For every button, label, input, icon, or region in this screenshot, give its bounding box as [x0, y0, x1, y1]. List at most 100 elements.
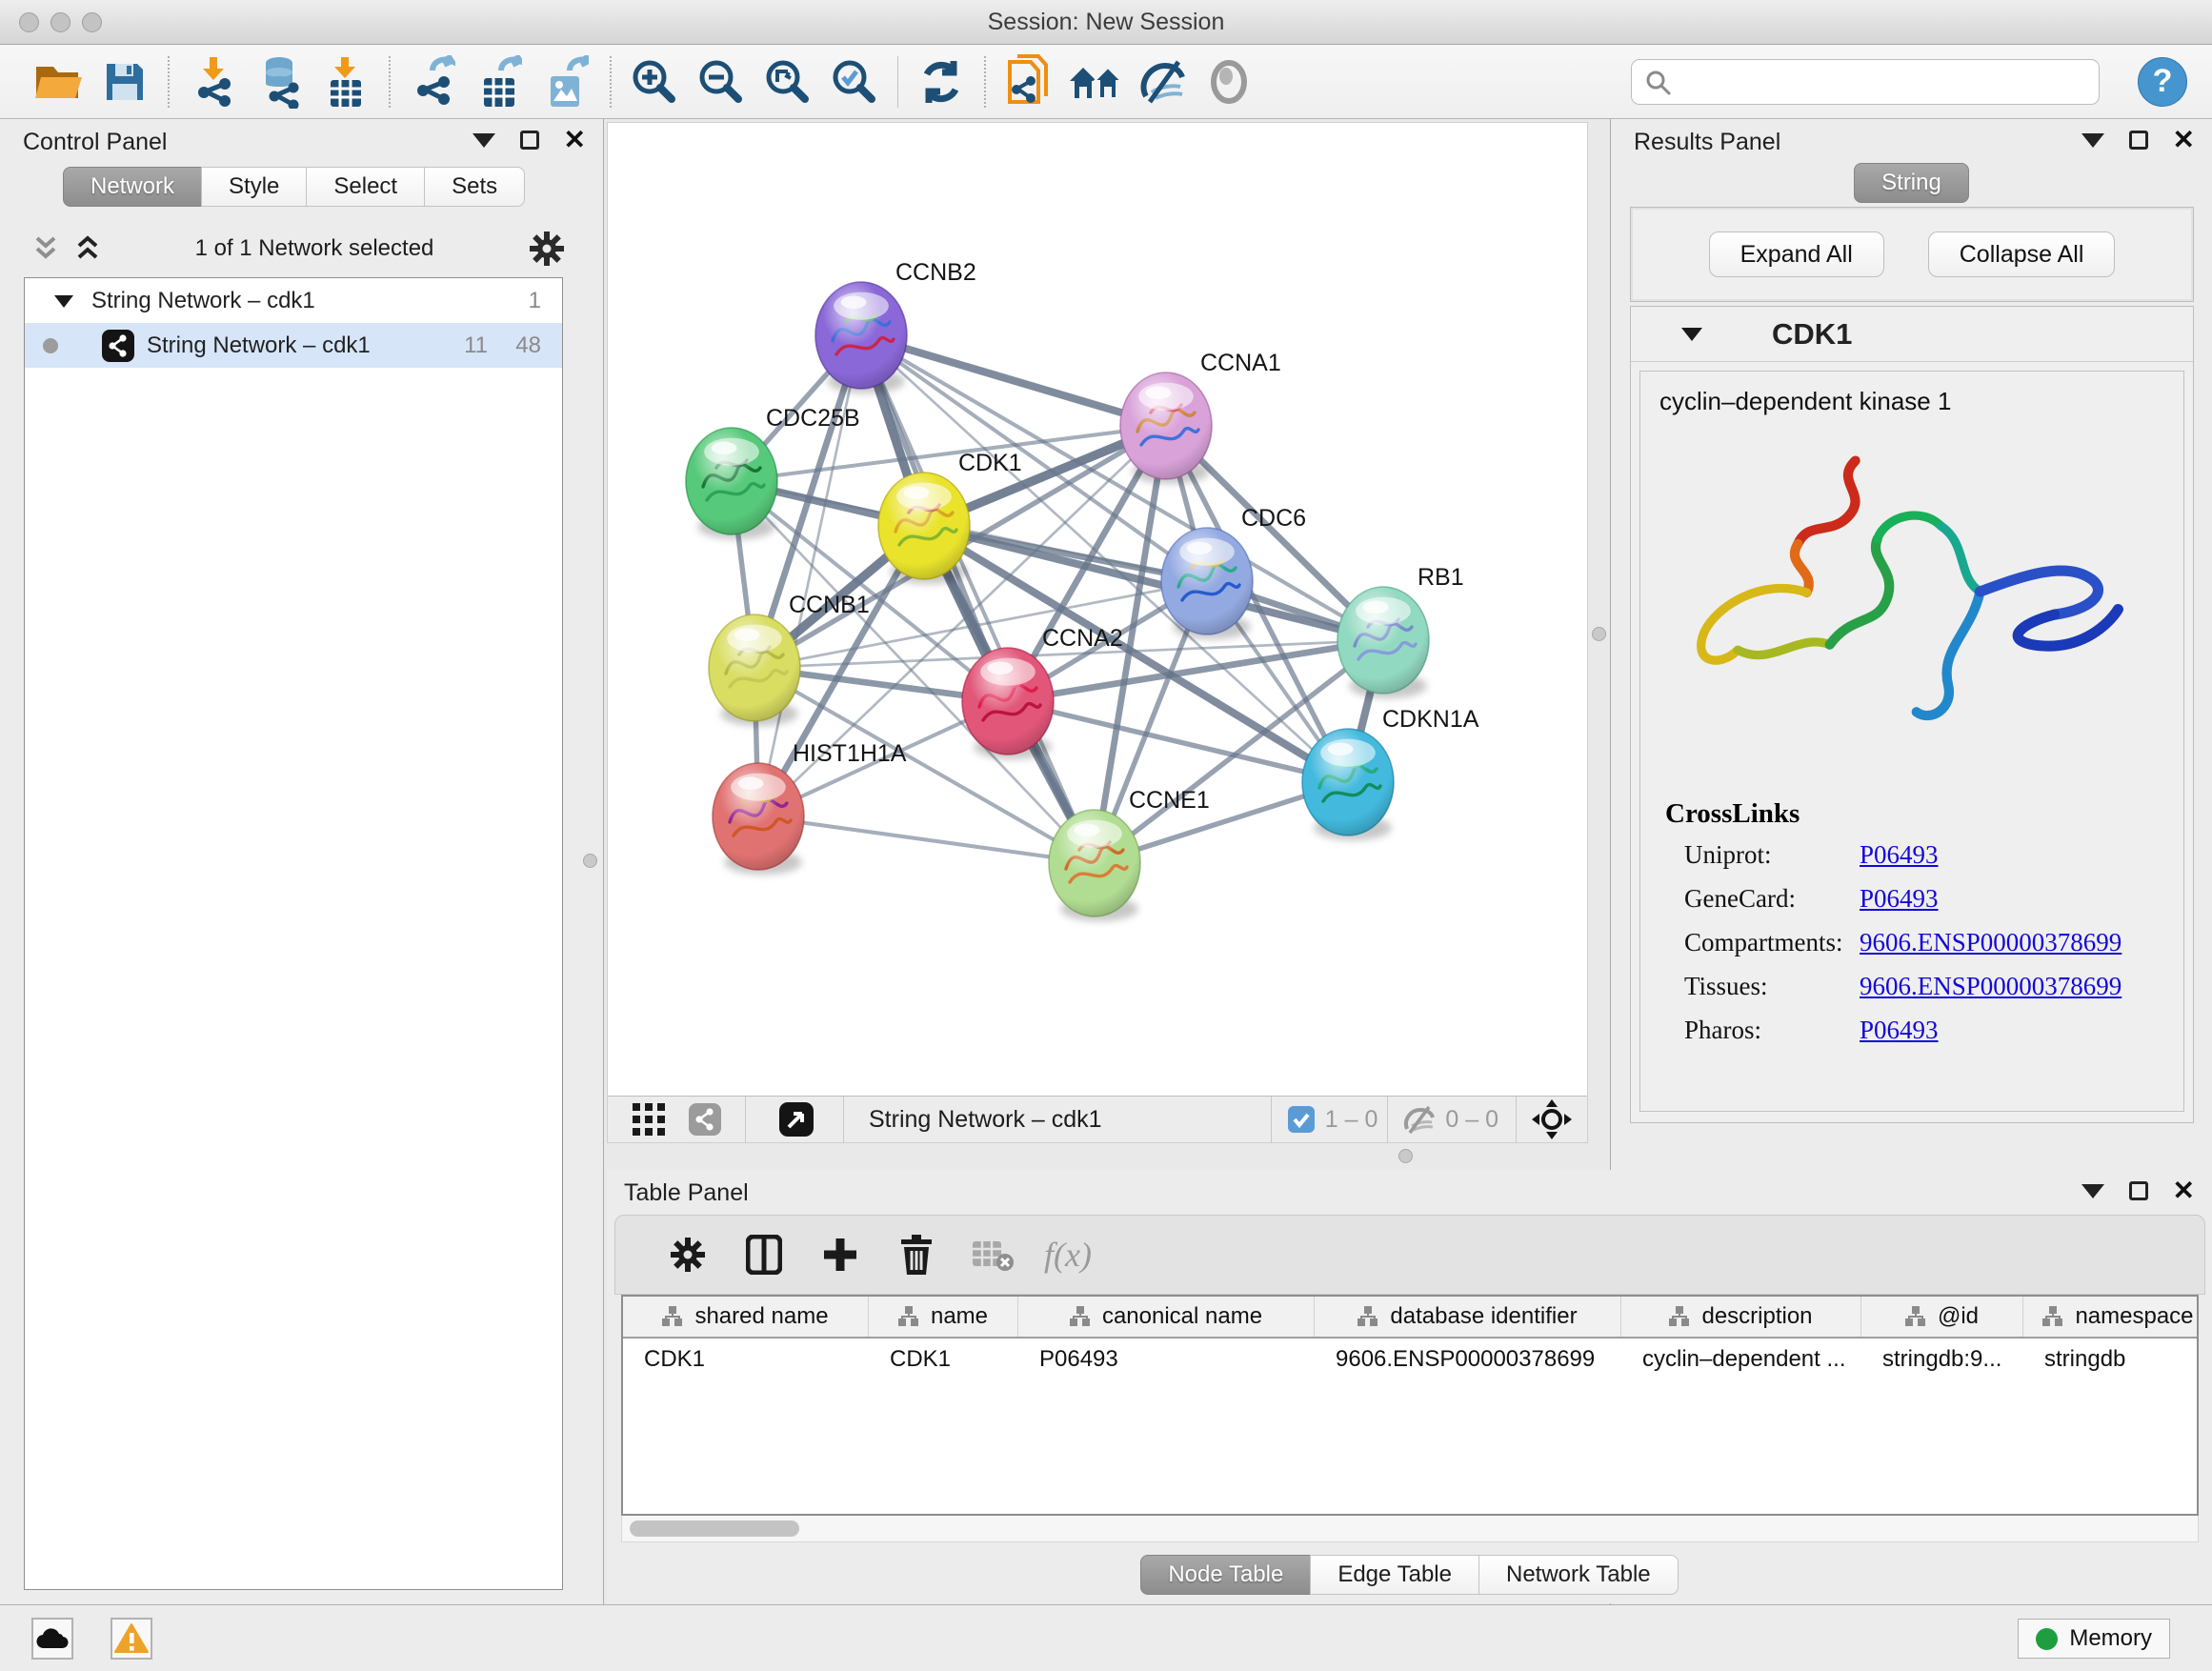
results-panel-title: Results Panel [1634, 129, 1780, 156]
show-columns-button[interactable] [737, 1227, 791, 1282]
expand-all-button[interactable]: Expand All [1709, 232, 1884, 277]
column-header[interactable]: description [1621, 1297, 1861, 1337]
column-header[interactable]: name [869, 1297, 1018, 1337]
export-network-icon [412, 55, 455, 109]
crosslink-link[interactable]: 9606.ENSP00000378699 [1860, 928, 2122, 957]
collapse-all-tree-icon[interactable] [32, 234, 59, 263]
crosslink-link[interactable]: P06493 [1860, 884, 1939, 914]
tab-node-table[interactable]: Node Table [1140, 1555, 1311, 1595]
table-cell[interactable]: stringdb:9... [1861, 1339, 2023, 1380]
table-cell[interactable]: CDK1 [623, 1339, 869, 1380]
network-canvas[interactable]: CCNB2CCNA1CDC25BCDK1CDC6RB1CCNB1CCNA2CDK… [608, 123, 1587, 1096]
function-builder-button[interactable]: f(x) [1044, 1235, 1092, 1275]
panel-menu-icon[interactable] [473, 133, 495, 148]
collection-expander-icon[interactable] [53, 293, 74, 309]
network-row[interactable]: String Network – cdk1 11 48 [25, 323, 562, 368]
memory-button[interactable]: Memory [2018, 1619, 2170, 1659]
gene-entry-content: cyclin–dependent kinase 1 CrossLinks Uni… [1639, 371, 2184, 1112]
table-cell[interactable]: 9606.ENSP00000378699 [1315, 1339, 1621, 1380]
birds-eye-toggle-button[interactable] [1202, 54, 1256, 110]
toggle-graphics-details-button[interactable] [1136, 54, 1189, 110]
create-column-button[interactable] [814, 1227, 867, 1282]
right-splitter-handle[interactable] [1592, 627, 1606, 641]
tab-sets[interactable]: Sets [424, 167, 525, 207]
import-network-database-button[interactable] [252, 54, 306, 110]
gene-entry-header[interactable]: CDK1 [1631, 307, 2193, 362]
collection-count: 1 [529, 288, 541, 314]
zoom-out-button[interactable] [694, 54, 748, 110]
tab-style[interactable]: Style [201, 167, 307, 207]
search-input[interactable] [1672, 69, 2087, 95]
string-import-button[interactable] [1002, 54, 1056, 110]
close-panel-icon[interactable]: ✕ [2173, 1181, 2195, 1200]
panel-menu-icon[interactable] [2081, 133, 2104, 148]
import-network-file-button[interactable] [186, 54, 239, 110]
column-header[interactable]: shared name [623, 1297, 869, 1337]
question-icon: ? [2153, 63, 2173, 100]
close-window-button[interactable] [19, 12, 39, 32]
panel-menu-icon[interactable] [2081, 1184, 2104, 1198]
zoom-fit-button[interactable] [761, 54, 814, 110]
grid-view-icon[interactable] [633, 1103, 665, 1136]
warnings-button[interactable] [111, 1618, 152, 1660]
network-view-dot-icon [42, 337, 59, 354]
scrollbar-thumb[interactable] [630, 1520, 799, 1537]
zoom-window-button[interactable] [82, 12, 102, 32]
delete-table-button[interactable] [966, 1227, 1019, 1282]
float-panel-icon[interactable] [2129, 1181, 2148, 1200]
export-image-button[interactable] [540, 54, 593, 110]
zoom-selected-button[interactable] [828, 54, 881, 110]
column-header[interactable]: canonical name [1018, 1297, 1315, 1337]
table-cell[interactable]: P06493 [1018, 1339, 1315, 1380]
crosslink-link[interactable]: P06493 [1860, 840, 1939, 870]
hidden-eye-icon[interactable] [1401, 1104, 1436, 1135]
birds-eye-icon[interactable] [778, 1101, 814, 1137]
tab-network-table[interactable]: Network Table [1478, 1555, 1679, 1595]
cybrowser-button[interactable] [1069, 54, 1122, 110]
table-cell[interactable]: stringdb [2023, 1339, 2199, 1380]
left-splitter-handle[interactable] [583, 854, 597, 868]
tab-string[interactable]: String [1854, 163, 1969, 203]
search-field[interactable] [1631, 59, 2100, 105]
import-table-button[interactable] [319, 54, 372, 110]
network-collection-row[interactable]: String Network – cdk1 1 [25, 278, 562, 323]
column-header[interactable]: namespace [2023, 1297, 2199, 1337]
cloud-status-button[interactable] [31, 1618, 73, 1660]
table-cell[interactable]: CDK1 [869, 1339, 1018, 1380]
close-panel-icon[interactable]: ✕ [2173, 131, 2195, 150]
export-table-button[interactable] [473, 54, 527, 110]
zoom-in-button[interactable] [628, 54, 681, 110]
expand-all-tree-icon[interactable] [74, 234, 101, 263]
collapse-all-button[interactable]: Collapse All [1928, 232, 2116, 277]
help-button[interactable]: ? [2138, 57, 2187, 107]
crosslink-link[interactable]: 9606.ENSP00000378699 [1860, 972, 2122, 1001]
crosslink-link[interactable]: P06493 [1860, 1016, 1939, 1045]
bottom-splitter-handle[interactable] [1398, 1149, 1413, 1163]
network-view[interactable]: CCNB2CCNA1CDC25BCDK1CDC6RB1CCNB1CCNA2CDK… [607, 122, 1588, 1143]
open-session-button[interactable] [31, 54, 85, 110]
fit-content-crosshair-icon[interactable] [1532, 1099, 1572, 1139]
table-row[interactable]: CDK1CDK1P064939606.ENSP00000378699cyclin… [623, 1339, 2197, 1380]
table-options-button[interactable] [661, 1227, 714, 1282]
entry-expander-icon[interactable] [1680, 326, 1703, 342]
network-options-gear-icon[interactable] [528, 230, 566, 268]
table-cell[interactable]: cyclin–dependent ... [1621, 1339, 1861, 1380]
string-network-badge-icon[interactable] [688, 1102, 722, 1137]
minimize-window-button[interactable] [50, 12, 70, 32]
selected-checkbox-icon[interactable] [1287, 1105, 1316, 1134]
tab-edge-table[interactable]: Edge Table [1310, 1555, 1479, 1595]
node-label: RB1 [1418, 564, 1464, 591]
float-panel-icon[interactable] [2129, 131, 2148, 150]
tab-select[interactable]: Select [306, 167, 425, 207]
column-header[interactable]: database identifier [1315, 1297, 1621, 1337]
column-header[interactable]: @id [1861, 1297, 2023, 1337]
delete-column-button[interactable] [890, 1227, 943, 1282]
save-session-button[interactable] [98, 54, 151, 110]
tab-network[interactable]: Network [63, 167, 202, 207]
float-panel-icon[interactable] [520, 131, 539, 150]
export-network-button[interactable] [407, 54, 460, 110]
import-network-icon [191, 55, 234, 109]
table-h-scrollbar[interactable] [621, 1516, 2199, 1542]
close-panel-icon[interactable]: ✕ [564, 131, 586, 150]
apply-layout-button[interactable] [915, 54, 968, 110]
